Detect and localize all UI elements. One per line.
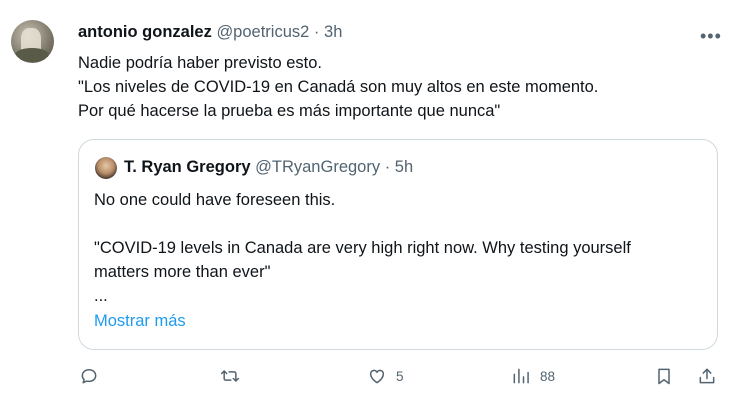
like-button[interactable]: 5 — [367, 366, 404, 386]
avatar-ground — [15, 48, 49, 62]
retweet-button[interactable] — [220, 366, 240, 386]
bookmark-icon — [658, 368, 670, 385]
heart-icon — [369, 369, 385, 384]
separator-dot: · — [384, 158, 391, 176]
quote-author-handle: @TRyanGregory — [255, 158, 381, 176]
bookmark-button[interactable] — [654, 366, 674, 386]
quote-avatar — [95, 157, 117, 179]
show-more-link[interactable]: Mostrar más — [94, 312, 186, 331]
tweet-text-line: Nadie podría haber previsto esto. — [78, 54, 322, 72]
tweet-text-line: Por qué hacerse la prueba es más importa… — [78, 102, 501, 120]
retweet-icon — [220, 370, 240, 382]
tweet[interactable]: antonio gonzalez @poetricus2 · 3h ••• Na… — [0, 0, 736, 408]
views-icon — [513, 368, 529, 384]
more-options-icon[interactable]: ••• — [700, 26, 722, 47]
quote-text-line: "COVID-19 levels in Canada are very high… — [94, 239, 631, 257]
views-button[interactable]: 88 — [511, 366, 555, 386]
tweet-time[interactable]: 3h — [324, 23, 342, 41]
tweet-text: Nadie podría haber previsto esto. "Los n… — [78, 51, 718, 123]
author-handle[interactable]: @poetricus2 — [216, 23, 309, 41]
share-icon — [699, 368, 715, 384]
share-button[interactable] — [697, 366, 717, 386]
tweet-header: antonio gonzalez @poetricus2 · 3h — [78, 23, 342, 42]
avatar[interactable] — [11, 20, 54, 63]
quote-text-line: ... — [94, 287, 108, 305]
action-bar: 5 88 — [0, 366, 736, 392]
separator-dot: · — [313, 23, 320, 41]
author-name[interactable]: antonio gonzalez — [78, 23, 212, 41]
quote-text-line: matters more than ever" — [94, 263, 271, 281]
like-count: 5 — [396, 368, 404, 384]
quote-time: 5h — [394, 158, 414, 176]
quote-text-line: No one could have foreseen this. — [94, 191, 336, 209]
quoted-tweet[interactable]: T. Ryan Gregory @TRyanGregory · 5h No on… — [78, 139, 718, 350]
quote-text: No one could have foreseen this. "COVID-… — [94, 188, 706, 308]
quote-author-name: T. Ryan Gregory — [124, 158, 251, 176]
views-count: 88 — [540, 368, 556, 384]
tweet-text-line: "Los niveles de COVID-19 en Canadá son m… — [78, 78, 599, 96]
quote-text-line — [94, 212, 706, 236]
reply-button[interactable] — [79, 366, 99, 386]
reply-icon — [81, 369, 97, 384]
quote-header: T. Ryan Gregory @TRyanGregory · 5h — [124, 158, 413, 177]
